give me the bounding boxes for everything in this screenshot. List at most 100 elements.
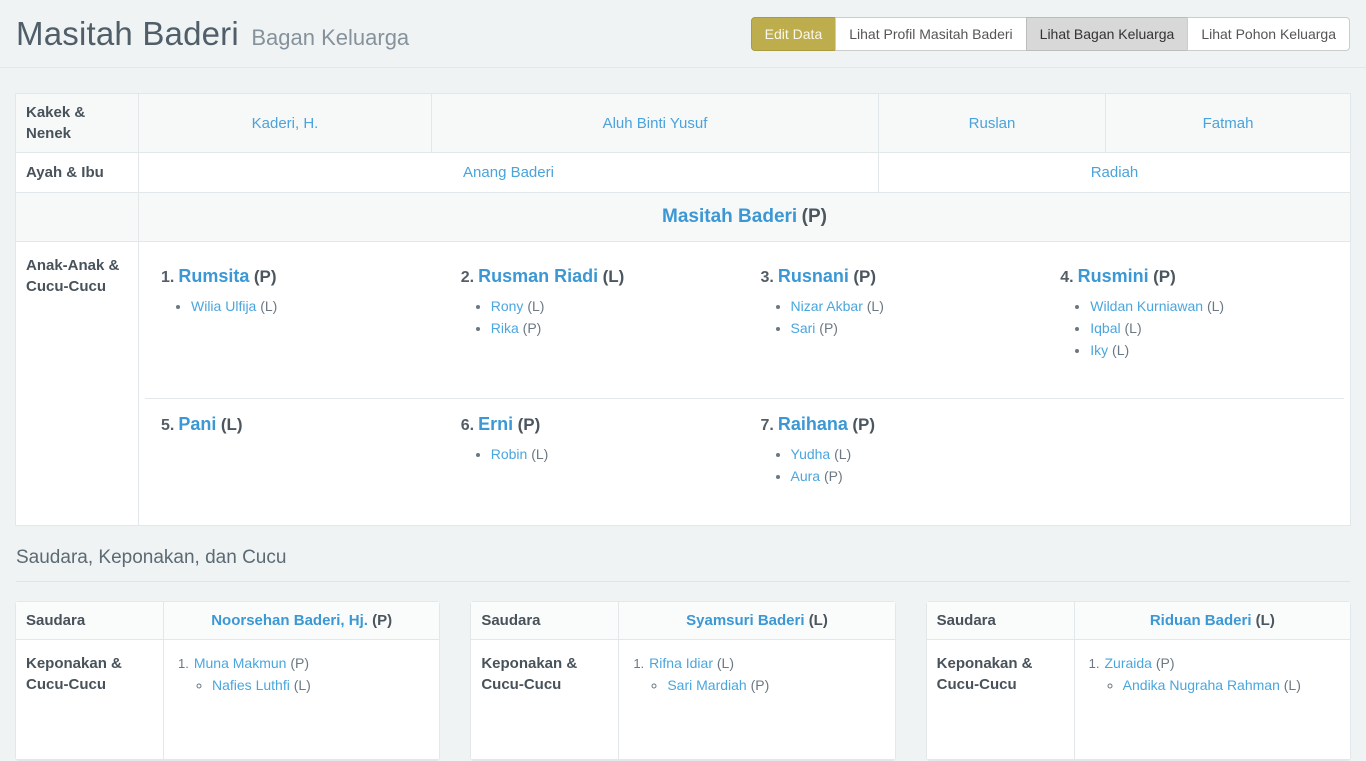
parents-row: Ayah & Ibu Anang Baderi Radiah [16, 153, 1351, 193]
grandfather-paternal-link[interactable]: Kaderi, H. [252, 115, 319, 132]
child-gender: (P) [853, 267, 876, 286]
nephews-row: Keponakan & Cucu-Cucu 1.Muna Makmun (P) … [16, 640, 439, 760]
grandchild-item: Wildan Kurniawan (L) [1090, 297, 1328, 315]
nephew-link[interactable]: Zuraida [1105, 655, 1152, 671]
child-link[interactable]: Erni [478, 414, 513, 434]
view-profile-button[interactable]: Lihat Profil Masitah Baderi [835, 17, 1026, 51]
child-link[interactable]: Rumsita [178, 266, 249, 286]
grandnephew-link[interactable]: Nafies Luthfi [212, 677, 290, 693]
grandchild-gender: (P) [824, 468, 843, 484]
view-family-chart-button[interactable]: Lihat Bagan Keluarga [1026, 17, 1189, 51]
self-row: Masitah Baderi (P) [16, 193, 1351, 242]
grandnephew-item: Nafies Luthfi (L) [212, 676, 429, 695]
grandchild-link[interactable]: Sari [791, 320, 816, 336]
sibling-cell: Riduan Baderi (L) [1075, 602, 1350, 640]
grandnephew-link[interactable]: Sari Mardiah [667, 677, 746, 693]
child-number: 5. [161, 417, 174, 434]
child-number: 7. [761, 417, 774, 434]
grandparents-row-label: Kakek & Nenek [16, 94, 139, 153]
sibling-card: Saudara Syamsuri Baderi (L) Keponakan & … [470, 601, 895, 761]
grandchild-link[interactable]: Robin [491, 446, 528, 462]
grandchild-gender: (P) [819, 320, 838, 336]
grandchild-link[interactable]: Wildan Kurniawan [1090, 298, 1203, 314]
child-gender: (P) [1153, 267, 1176, 286]
child-link[interactable]: Raihana [778, 414, 848, 434]
grandchild-gender: (L) [1112, 342, 1129, 358]
grandchild-link[interactable]: Aura [791, 468, 821, 484]
child-link[interactable]: Rusnani [778, 266, 849, 286]
grandnephew-link[interactable]: Andika Nugraha Rahman [1123, 677, 1280, 693]
sibling-cell: Noorsehan Baderi, Hj. (P) [164, 602, 439, 640]
grandnephew-item: Sari Mardiah (P) [667, 676, 884, 695]
child-item: 3.Rusnani (P) Nizar Akbar (L) Sari (P) [745, 251, 1045, 398]
grandchild-item: Rika (P) [491, 319, 729, 337]
grandchild-link[interactable]: Rony [491, 298, 524, 314]
nephew-number: 1. [633, 656, 644, 671]
child-gender: (P) [254, 267, 277, 286]
child-link[interactable]: Rusman Riadi [478, 266, 598, 286]
sibling-link[interactable]: Riduan Baderi [1150, 612, 1252, 629]
grandchild-link[interactable]: Wilia Ulfija [191, 298, 256, 314]
father-link[interactable]: Anang Baderi [463, 164, 554, 181]
sibling-card: Saudara Riduan Baderi (L) Keponakan & Cu… [926, 601, 1351, 761]
grandchild-gender: (L) [1125, 320, 1142, 336]
child-item: 6.Erni (P) Robin (L) [445, 398, 745, 516]
grandchild-link[interactable]: Nizar Akbar [791, 298, 863, 314]
nephew-link[interactable]: Rifna Idiar [649, 655, 713, 671]
self-row-label [16, 193, 139, 242]
sibling-link[interactable]: Noorsehan Baderi, Hj. [211, 612, 368, 629]
grandparent-cell: Aluh Binti Yusuf [432, 94, 879, 153]
grandchild-gender: (L) [260, 298, 277, 314]
nephew-item: 1.Zuraida (P) Andika Nugraha Rahman (L) [1089, 654, 1340, 695]
grandmother-maternal-link[interactable]: Fatmah [1203, 115, 1254, 132]
nephew-gender: (P) [1156, 655, 1175, 671]
sibling-gender: (P) [372, 612, 392, 629]
child-number: 1. [161, 269, 174, 286]
grandmother-paternal-link[interactable]: Aluh Binti Yusuf [603, 115, 708, 132]
self-gender: (P) [802, 206, 827, 227]
grandchild-item: Aura (P) [791, 467, 1029, 485]
view-family-tree-button[interactable]: Lihat Pohon Keluarga [1187, 17, 1350, 51]
grandfather-maternal-link[interactable]: Ruslan [969, 115, 1016, 132]
grandchild-item: Sari (P) [791, 319, 1029, 337]
grandchild-item: Nizar Akbar (L) [791, 297, 1029, 315]
sibling-gender: (L) [1256, 612, 1275, 629]
child-link[interactable]: Rusmini [1078, 266, 1149, 286]
child-item: 2.Rusman Riadi (L) Rony (L) Rika (P) [445, 251, 745, 398]
child-number: 3. [761, 269, 774, 286]
grandchild-link[interactable]: Rika [491, 320, 519, 336]
grandchild-gender: (L) [531, 446, 548, 462]
grandnephew-item: Andika Nugraha Rahman (L) [1123, 676, 1340, 695]
nephew-link[interactable]: Muna Makmun [194, 655, 287, 671]
grandchild-link[interactable]: Iky [1090, 342, 1108, 358]
mother-link[interactable]: Radiah [1091, 164, 1139, 181]
family-chart-table: Kakek & Nenek Kaderi, H. Aluh Binti Yusu… [15, 93, 1351, 526]
nephew-item: 1.Muna Makmun (P) Nafies Luthfi (L) [178, 654, 429, 695]
mother-cell: Radiah [879, 153, 1351, 193]
grandchild-gender: (P) [523, 320, 542, 336]
page-header: Masitah Baderi Bagan Keluarga Edit Data … [0, 0, 1366, 68]
sibling-header-row: Saudara Noorsehan Baderi, Hj. (P) [16, 602, 439, 640]
child-gender: (L) [603, 267, 625, 286]
grandchild-link[interactable]: Yudha [791, 446, 831, 462]
sibling-card: Saudara Noorsehan Baderi, Hj. (P) Kepona… [15, 601, 440, 761]
sibling-header-row: Saudara Riduan Baderi (L) [927, 602, 1350, 640]
child-link[interactable]: Pani [178, 414, 216, 434]
grandchild-link[interactable]: Iqbal [1090, 320, 1120, 336]
nephews-cell: 1.Zuraida (P) Andika Nugraha Rahman (L) [1075, 640, 1350, 760]
child-item: 5.Pani (L) [145, 398, 445, 516]
self-link[interactable]: Masitah Baderi [662, 206, 797, 227]
page-title: Masitah Baderi [16, 15, 239, 52]
edit-data-button[interactable]: Edit Data [751, 17, 837, 51]
sibling-row-label: Saudara [16, 602, 164, 640]
nephew-item: 1.Rifna Idiar (L) Sari Mardiah (P) [633, 654, 884, 695]
grandchild-gender: (L) [527, 298, 544, 314]
grandparents-row: Kakek & Nenek Kaderi, H. Aluh Binti Yusu… [16, 94, 1351, 153]
sibling-row-label: Saudara [471, 602, 619, 640]
sibling-link[interactable]: Syamsuri Baderi [686, 612, 804, 629]
grandchild-item: Robin (L) [491, 445, 729, 463]
child-gender: (L) [221, 415, 243, 434]
nephew-gender: (P) [290, 655, 309, 671]
grandnephew-gender: (L) [294, 677, 311, 693]
grandnephew-gender: (P) [751, 677, 770, 693]
